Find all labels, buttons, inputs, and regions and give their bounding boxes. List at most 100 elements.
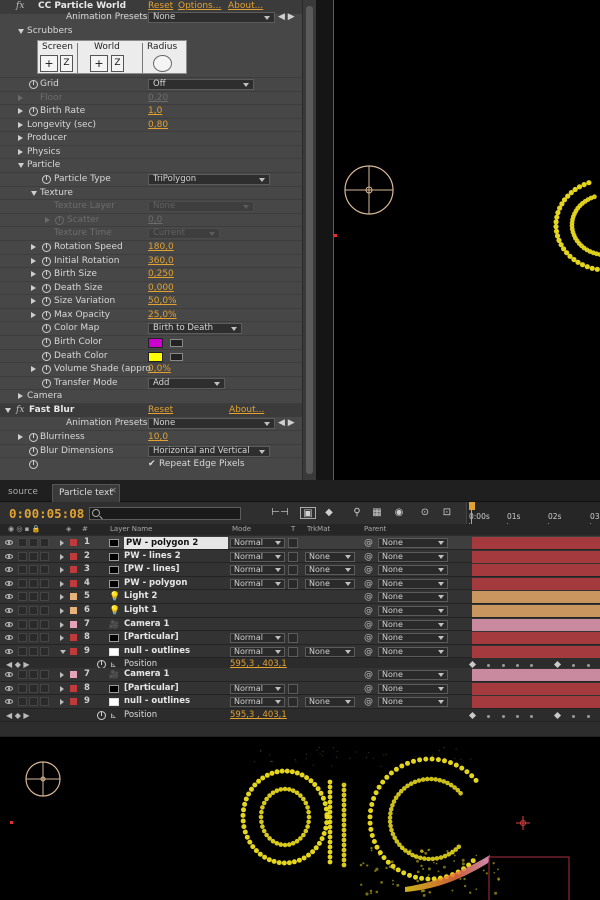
- layer-duration-bar[interactable]: [472, 564, 600, 577]
- chevron-right-icon[interactable]: [60, 699, 64, 706]
- effects-scrollbar[interactable]: [302, 0, 316, 480]
- preserve-transparency-toggle[interactable]: [288, 565, 298, 576]
- eye-icon[interactable]: [5, 567, 13, 573]
- chevron-right-icon[interactable]: [60, 685, 64, 692]
- mode-dropdown[interactable]: Normal: [230, 578, 285, 589]
- layer-duration-bar[interactable]: [472, 577, 600, 590]
- preserve-transparency-toggle[interactable]: [288, 646, 298, 657]
- lock-switch[interactable]: [40, 619, 49, 629]
- label-color-swatch[interactable]: [70, 593, 77, 601]
- mode-dropdown[interactable]: Normal: [230, 697, 285, 708]
- label-color-swatch[interactable]: [70, 647, 77, 655]
- rotation-speed-value[interactable]: 180,0: [148, 241, 174, 255]
- stopwatch-icon[interactable]: [42, 365, 51, 374]
- color-map-dropdown[interactable]: Birth to Death: [148, 323, 242, 334]
- layer-search-input[interactable]: [89, 507, 241, 520]
- group-particle[interactable]: Particle: [0, 158, 302, 172]
- chevron-right-icon[interactable]: [18, 434, 23, 440]
- lock-switch[interactable]: [40, 606, 49, 615]
- radius-scrubber-gizmo[interactable]: [344, 165, 394, 215]
- layer-name[interactable]: Camera 1: [124, 668, 169, 682]
- stopwatch-icon[interactable]: [42, 270, 51, 279]
- trkmat-dropdown[interactable]: None: [305, 565, 355, 576]
- lock-switch[interactable]: [40, 683, 49, 693]
- pick-whip-icon[interactable]: @: [364, 537, 373, 551]
- pick-whip-icon[interactable]: @: [364, 669, 373, 683]
- lock-switch[interactable]: [40, 697, 49, 707]
- grid-dropdown[interactable]: Off: [148, 79, 254, 90]
- solo-switch[interactable]: [29, 697, 38, 707]
- graph-editor-icon[interactable]: ⊡: [438, 507, 456, 519]
- layer-duration-bar[interactable]: [472, 696, 600, 709]
- trkmat-dropdown[interactable]: None: [305, 578, 355, 589]
- label-color-swatch[interactable]: [70, 539, 77, 546]
- chevron-right-icon[interactable]: [45, 217, 50, 223]
- layer-duration-bar[interactable]: [472, 605, 600, 617]
- audio-switch[interactable]: [18, 538, 27, 547]
- layer-row[interactable]: 7 🎥 Camera 1 @ None: [0, 668, 600, 682]
- group-producer[interactable]: Producer: [0, 131, 302, 145]
- preserve-transparency-toggle[interactable]: [288, 538, 298, 548]
- lock-switch[interactable]: [40, 551, 49, 561]
- audio-switch[interactable]: [18, 646, 27, 656]
- layer-duration-bar[interactable]: [472, 645, 600, 658]
- eyedropper-icon[interactable]: [170, 339, 183, 347]
- eye-icon[interactable]: [5, 553, 13, 559]
- preserve-transparency-toggle[interactable]: [288, 633, 298, 644]
- layer-name[interactable]: PW - lines 2: [124, 550, 181, 564]
- mode-dropdown[interactable]: Normal: [230, 646, 285, 657]
- layer-name[interactable]: Camera 1: [124, 618, 169, 632]
- layer-duration-bar[interactable]: [472, 550, 600, 563]
- chevron-right-icon[interactable]: [18, 108, 23, 114]
- radius-scrubber[interactable]: [153, 55, 172, 72]
- eye-icon[interactable]: [5, 621, 13, 627]
- stopwatch-icon[interactable]: [42, 338, 51, 347]
- label-color-swatch[interactable]: [70, 552, 77, 560]
- eye-icon[interactable]: [5, 685, 13, 691]
- chevron-right-icon[interactable]: [18, 135, 23, 141]
- chevron-right-icon[interactable]: [18, 393, 23, 399]
- mode-dropdown[interactable]: Normal: [230, 551, 285, 562]
- live-update-icon[interactable]: ▣: [300, 507, 316, 519]
- label-color-swatch[interactable]: [70, 698, 77, 706]
- audio-switch[interactable]: [18, 670, 27, 679]
- chevron-right-icon[interactable]: [60, 567, 64, 574]
- stopwatch-icon[interactable]: [55, 216, 64, 225]
- parent-dropdown[interactable]: None: [378, 633, 448, 644]
- chevron-right-icon[interactable]: [31, 285, 36, 291]
- fx-toggle-icon[interactable]: fx: [16, 404, 24, 418]
- chevron-down-icon[interactable]: [5, 408, 11, 413]
- layer-row[interactable]: 1 PW - polygon 2 Normal @ None: [0, 536, 600, 550]
- chevron-down-icon[interactable]: [31, 191, 37, 196]
- layer-duration-bar[interactable]: [472, 632, 600, 645]
- layer-name[interactable]: [Particular]: [124, 631, 179, 645]
- keyframe[interactable]: [468, 711, 477, 719]
- solo-switch[interactable]: [29, 538, 38, 547]
- chevron-right-icon[interactable]: [18, 149, 23, 155]
- chevron-right-icon[interactable]: [60, 621, 64, 628]
- lock-switch[interactable]: [40, 646, 49, 656]
- chevron-down-icon[interactable]: [18, 163, 24, 168]
- chevron-right-icon[interactable]: [60, 594, 64, 601]
- pick-whip-icon[interactable]: @: [364, 564, 373, 578]
- birth-size-value[interactable]: 0,250: [148, 268, 174, 282]
- world-z-scrubber[interactable]: Z: [111, 55, 124, 72]
- stopwatch-icon[interactable]: [29, 80, 38, 89]
- audio-switch[interactable]: [18, 633, 27, 643]
- label-color-swatch[interactable]: [70, 579, 77, 587]
- audio-switch[interactable]: [18, 619, 27, 629]
- stopwatch-icon[interactable]: [42, 243, 51, 252]
- frame-blending-icon[interactable]: ▦: [368, 507, 386, 519]
- eye-icon[interactable]: [5, 648, 13, 654]
- chevron-right-icon[interactable]: [31, 271, 36, 277]
- lock-switch[interactable]: [40, 633, 49, 643]
- preserve-transparency-toggle[interactable]: [288, 551, 298, 562]
- eye-icon[interactable]: [5, 635, 13, 641]
- chevron-right-icon[interactable]: [31, 312, 36, 318]
- pick-whip-icon[interactable]: @: [364, 683, 373, 697]
- solo-switch[interactable]: [29, 683, 38, 693]
- label-color-swatch[interactable]: [70, 620, 77, 628]
- eye-icon[interactable]: [5, 594, 13, 600]
- layer-name[interactable]: [PW - lines]: [124, 563, 180, 577]
- layer-duration-bar[interactable]: [472, 618, 600, 631]
